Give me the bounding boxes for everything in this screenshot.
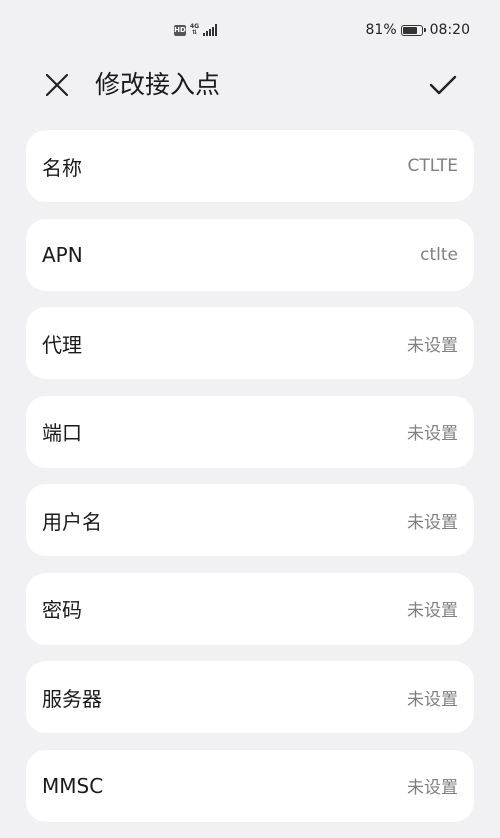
clock: 08:20 (429, 22, 470, 38)
field-name[interactable]: 名称 CTLTE (26, 130, 474, 202)
field-port[interactable]: 端口 未设置 (26, 395, 474, 468)
field-value: 未设置 (407, 424, 458, 444)
field-value: 未设置 (407, 778, 458, 798)
field-apn[interactable]: APN ctlte (26, 218, 474, 291)
field-label: 密码 (42, 598, 82, 622)
field-server[interactable]: 服务器 未设置 (26, 661, 474, 733)
field-value: 未设置 (407, 601, 458, 621)
network-type: 4G ⇅ (190, 24, 199, 36)
battery-icon (400, 24, 426, 36)
field-value: 未设置 (407, 689, 458, 710)
field-password[interactable]: 密码 未设置 (26, 572, 474, 645)
field-label: 名称 (42, 155, 82, 180)
field-label: 代理 (42, 332, 82, 357)
field-label: 用户名 (42, 509, 102, 534)
field-proxy[interactable]: 代理 未设置 (26, 307, 474, 379)
close-icon (45, 73, 69, 97)
signal-icon (203, 24, 218, 36)
field-label: APN (42, 242, 83, 267)
header: 修改接入点 (0, 58, 500, 110)
network-indicators: HD 4G ⇅ (174, 20, 218, 40)
page-title: 修改接入点 (95, 70, 221, 99)
field-value: 未设置 (407, 512, 458, 533)
battery-percent: 81% (365, 22, 397, 38)
apn-settings-list: 名称 CTLTE APN ctlte 代理 未设置 端口 未设置 用户名 未设置… (26, 130, 474, 838)
status-bar: HD 4G ⇅ 81% 08:20 (0, 0, 500, 58)
battery-level (402, 26, 417, 34)
field-value: CTLTE (407, 156, 458, 176)
field-value: 未设置 (407, 335, 458, 356)
field-username[interactable]: 用户名 未设置 (26, 484, 474, 556)
hd-badge: HD (174, 24, 186, 36)
data-activity-icon: ⇅ (192, 29, 198, 36)
field-mmsc[interactable]: MMSC 未设置 (26, 749, 474, 822)
field-label: 服务器 (42, 686, 102, 711)
confirm-button[interactable] (425, 68, 461, 102)
field-label: 端口 (42, 421, 82, 445)
field-value: ctlte (420, 244, 458, 265)
close-button[interactable] (40, 68, 74, 102)
field-label: MMSC (42, 773, 104, 798)
check-icon (429, 75, 457, 95)
status-right: 81% 08:20 (366, 20, 470, 40)
